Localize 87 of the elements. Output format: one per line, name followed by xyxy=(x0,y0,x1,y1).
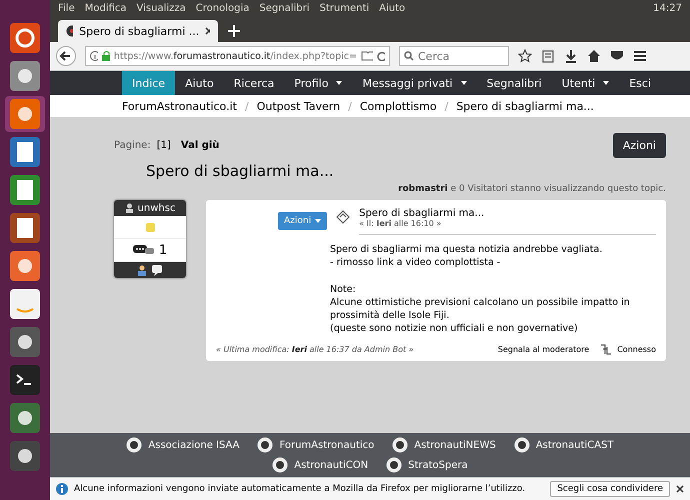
reload-icon[interactable] xyxy=(376,51,386,61)
info-icon xyxy=(90,51,98,61)
footer-link[interactable]: ForumAstronautico xyxy=(257,437,374,453)
caret-icon xyxy=(460,81,467,85)
online-status: Connesso xyxy=(617,344,656,354)
nav-tab[interactable]: Messaggi privati xyxy=(352,71,477,95)
site-logo-icon xyxy=(126,437,142,453)
nav-tab[interactable]: Indice xyxy=(122,71,176,95)
breadcrumb-separator: / xyxy=(444,100,448,112)
back-icon[interactable] xyxy=(56,46,76,66)
address-bar[interactable]: https://www.forumastronautico.it/index.php?topic= xyxy=(85,46,390,66)
nav-tab[interactable]: Profilo xyxy=(284,71,352,95)
message-icon[interactable] xyxy=(152,264,162,276)
site-logo-icon xyxy=(386,457,402,473)
menu-item[interactable]: Visualizza xyxy=(136,2,186,14)
post-title[interactable]: Spero di sbagliarmi ma... xyxy=(359,208,656,219)
post-actions-button[interactable]: Azioni xyxy=(278,212,328,230)
notification-text: Alcune informazioni vengono inviate automaticamente a Mozilla da Firefox per migliorarne l’utilizzo. xyxy=(74,484,526,494)
post-text: Spero di sbagliarmi ma questa notizia andrebbe vagliata. xyxy=(330,243,604,256)
edit-note: « Ultima modifica: Ieri alle 16:37 da Admin Bot » xyxy=(216,344,415,354)
menu-item[interactable]: Strumenti xyxy=(320,2,370,14)
home-icon[interactable] xyxy=(587,49,601,63)
nav-tab[interactable]: Utenti xyxy=(552,71,620,95)
speech-bubbles-icon xyxy=(132,244,155,256)
menu-item[interactable]: Modifica xyxy=(84,2,127,14)
topic-title: Spero di sbagliarmi ma... xyxy=(145,162,335,180)
star-icon[interactable] xyxy=(518,49,532,63)
actions-button[interactable]: Azioni xyxy=(612,133,666,158)
terminal-app-icon xyxy=(9,364,41,396)
post-text: Alcune ottimistiche previsioni calcolano un possibile impatto in prossimità delle Isole Fiji. xyxy=(330,296,631,322)
footer-link[interactable]: AstronautiCON xyxy=(272,457,368,473)
footer-link[interactable]: AstronautiCAST xyxy=(514,437,614,453)
breadcrumb-link[interactable]: Spero di sbagliarmi ma... xyxy=(456,100,594,112)
online-status-icon xyxy=(600,344,612,355)
browser-tab[interactable]: Spero di sbagliarmi ... xyxy=(58,20,218,42)
site-favicon-icon xyxy=(66,25,74,37)
close-icon[interactable] xyxy=(205,27,210,35)
status-square-icon xyxy=(146,222,154,232)
search-field[interactable]: Cerca xyxy=(399,46,509,66)
footer-link[interactable]: AstronautiNEWS xyxy=(392,437,496,453)
menu-item[interactable]: Segnalibri xyxy=(259,2,310,14)
profile-icon[interactable] xyxy=(138,264,148,276)
clock: 14:27 xyxy=(653,2,682,14)
post-date: « Il: Ieri alle 16:10 » xyxy=(359,219,442,228)
lock-icon xyxy=(102,51,110,61)
download-icon[interactable] xyxy=(564,49,578,63)
breadcrumb-link[interactable]: Outpost Tavern xyxy=(256,100,340,112)
menu-icon[interactable] xyxy=(633,49,647,63)
close-icon[interactable] xyxy=(676,485,684,493)
breadcrumb-link[interactable]: ForumAstronautico.it xyxy=(122,100,237,112)
menu-item[interactable]: File xyxy=(58,2,75,14)
breadcrumb-separator: / xyxy=(244,100,249,112)
tab-title: Spero di sbagliarmi ... xyxy=(79,24,200,38)
post-text: Note: xyxy=(330,282,357,296)
site-logo-icon xyxy=(257,437,274,453)
report-link[interactable]: Segnala al moderatore xyxy=(498,344,590,354)
nav-tab[interactable]: Esci xyxy=(619,71,662,95)
site-logo-icon xyxy=(514,437,530,453)
site-logo-icon xyxy=(392,437,408,453)
current-page[interactable]: [1] xyxy=(156,140,171,151)
post-text: - rimosso link a video complottista - xyxy=(330,256,502,270)
nav-tab[interactable]: Aiuto xyxy=(175,71,224,95)
breadcrumb-separator: / xyxy=(348,100,352,112)
caret-icon xyxy=(336,81,342,85)
document-icon xyxy=(335,210,352,226)
clipboard-icon[interactable] xyxy=(541,49,555,63)
info-icon xyxy=(56,483,68,495)
viewers-text: robmastri e 0 Visitatori stanno visualizzando questo topic. xyxy=(398,184,666,194)
caret-icon xyxy=(603,81,610,85)
breadcrumb-link[interactable]: Complottismo xyxy=(360,100,437,112)
new-tab-icon[interactable] xyxy=(228,25,240,37)
jump-down-link[interactable]: Val giù xyxy=(180,140,220,151)
footer-link[interactable]: StratoSpera xyxy=(386,457,468,473)
search-icon xyxy=(404,51,414,61)
post-count: 1 xyxy=(158,242,168,258)
nav-tab[interactable]: Segnalibri xyxy=(476,71,552,95)
footer-link[interactable]: Associazione ISAA xyxy=(126,437,240,453)
post-text: (queste sono notizie non ufficiali e non governative) xyxy=(330,322,579,336)
nav-tab[interactable]: Ricerca xyxy=(224,71,284,95)
username-bar[interactable]: unwhsc xyxy=(114,200,186,216)
choose-button[interactable]: Scegli cosa condividere xyxy=(550,481,670,497)
site-logo-icon xyxy=(272,457,288,473)
menu-item[interactable]: Aiuto xyxy=(379,2,406,14)
user-icon xyxy=(124,203,134,213)
pagination-label: Pagine: xyxy=(114,140,151,151)
reader-view-icon[interactable] xyxy=(360,51,373,61)
menu-item[interactable]: Cronologia xyxy=(196,2,250,14)
